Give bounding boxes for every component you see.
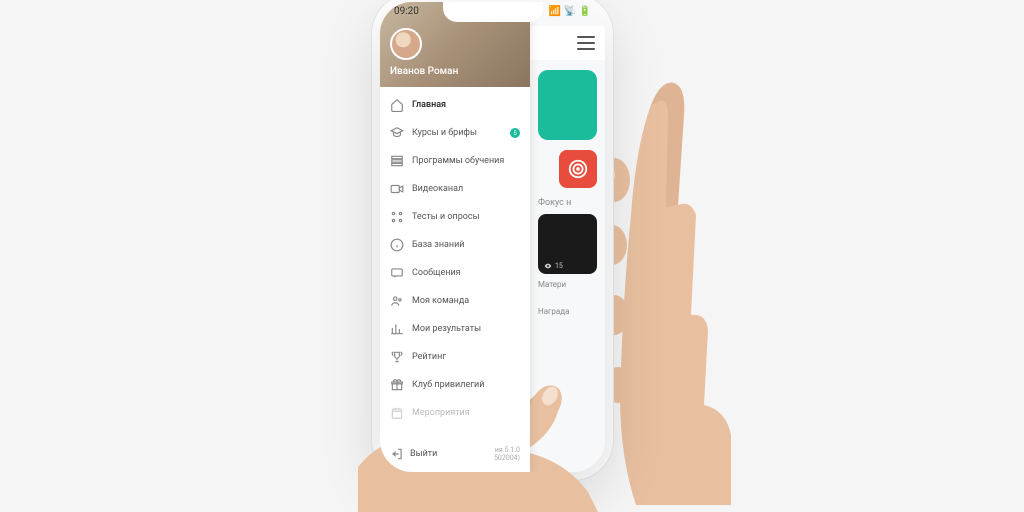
exit-icon <box>390 447 404 461</box>
menu-label: Рейтинг <box>412 352 446 362</box>
phone-frame: 09:20 📶 📡 🔋 Иванов Роман Главная К <box>380 2 605 472</box>
menu-item-club[interactable]: Клуб привилегий <box>380 371 530 399</box>
exit-button[interactable]: Выйти <box>390 447 437 461</box>
topbar <box>530 26 605 60</box>
menu-label: Программы обучения <box>412 156 504 166</box>
awards-label: Награда <box>538 307 597 316</box>
menu-label: Моя команда <box>412 296 469 306</box>
menu-item-courses[interactable]: Курсы и брифы 5 <box>380 119 530 147</box>
material-label: Матери <box>538 280 597 289</box>
status-indicators: 📶 📡 🔋 <box>549 6 591 22</box>
badge: 5 <box>510 128 520 138</box>
phone-notch <box>443 2 543 22</box>
target-card[interactable] <box>559 150 597 188</box>
menu-item-programs[interactable]: Программы обучения <box>380 147 530 175</box>
graduation-icon <box>390 126 404 140</box>
hero-card[interactable] <box>538 70 597 140</box>
drawer-footer: Выйти ия 5.1.0 502004) <box>380 440 530 472</box>
menu-item-team[interactable]: Моя команда <box>380 287 530 315</box>
menu-label: Главная <box>412 100 446 110</box>
calendar-icon <box>390 406 404 420</box>
user-name: Иванов Роман <box>390 66 520 77</box>
version-label: ия 5.1.0 <box>494 446 520 454</box>
menu-item-events[interactable]: Мероприятия <box>380 399 530 427</box>
list-icon <box>390 154 404 168</box>
video-card[interactable]: 15 <box>538 214 597 274</box>
menu-item-video[interactable]: Видеоканал <box>380 175 530 203</box>
menu-label: База знаний <box>412 240 465 250</box>
menu-label: Курсы и брифы <box>412 128 477 138</box>
chart-icon <box>390 322 404 336</box>
menu-list: Главная Курсы и брифы 5 Программы обучен… <box>380 87 530 440</box>
menu-item-messages[interactable]: Сообщения <box>380 259 530 287</box>
menu-item-results[interactable]: Мои результаты <box>380 315 530 343</box>
menu-label: Клуб привилегий <box>412 380 484 390</box>
menu-item-rating[interactable]: Рейтинг <box>380 343 530 371</box>
status-time: 09:20 <box>394 6 419 22</box>
video-icon <box>390 182 404 196</box>
hamburger-icon[interactable] <box>577 36 595 50</box>
menu-label: Мероприятия <box>412 408 470 418</box>
exit-label: Выйти <box>410 449 437 459</box>
nav-drawer: Иванов Роман Главная Курсы и брифы 5 <box>380 2 530 472</box>
eye-icon <box>544 262 552 270</box>
section-label-focus: Фокус н <box>538 198 597 208</box>
avatar[interactable] <box>390 28 422 60</box>
grid-icon <box>390 210 404 224</box>
views-count: 15 <box>544 262 563 270</box>
home-icon <box>390 98 404 112</box>
gift-icon <box>390 378 404 392</box>
trophy-icon <box>390 350 404 364</box>
team-icon <box>390 294 404 308</box>
menu-item-knowledge[interactable]: База знаний <box>380 231 530 259</box>
menu-label: Мои результаты <box>412 324 481 334</box>
build-label: 502004) <box>494 454 520 462</box>
menu-label: Сообщения <box>412 268 461 278</box>
target-icon <box>567 158 589 180</box>
menu-item-tests[interactable]: Тесты и опросы <box>380 203 530 231</box>
message-icon <box>390 266 404 280</box>
menu-label: Тесты и опросы <box>412 212 480 222</box>
main-content: Фокус н 15 Матери Награда <box>530 2 605 472</box>
info-icon <box>390 238 404 252</box>
menu-label: Видеоканал <box>412 184 463 194</box>
menu-item-home[interactable]: Главная <box>380 91 530 119</box>
